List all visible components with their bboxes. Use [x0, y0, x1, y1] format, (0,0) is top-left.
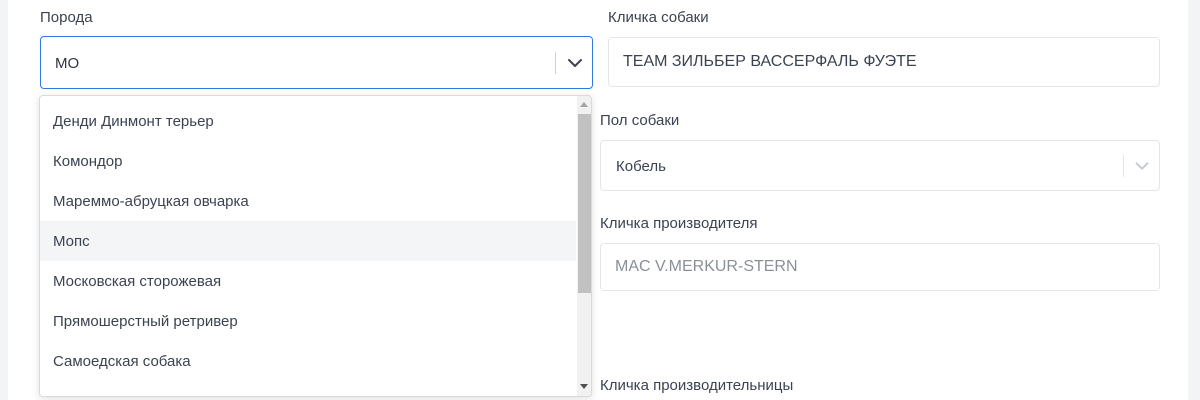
dropdown-option-hovered[interactable]: Мопс — [40, 221, 576, 261]
dropdown-scrollbar[interactable] — [577, 96, 591, 396]
select-separator — [555, 52, 556, 74]
breed-select-value[interactable]: МО — [55, 55, 79, 72]
dam-label: Кличка производительницы — [600, 377, 794, 394]
breed-select[interactable]: МО — [40, 36, 593, 89]
dropdown-option[interactable]: Мареммо-абруцкая овчарка — [40, 181, 576, 221]
dog-name-field[interactable]: TEAM ЗИЛЬБЕР ВАССЕРФАЛЬ ФУЭТЕ — [608, 37, 1160, 87]
sex-select[interactable]: Кобель — [600, 140, 1160, 191]
scroll-up-arrow-icon[interactable] — [580, 102, 588, 107]
scroll-down-arrow-icon[interactable] — [580, 384, 588, 389]
chevron-down-icon[interactable] — [563, 51, 587, 75]
breed-dropdown-menu[interactable]: Денди Динмонт терьер Комондор Мареммо-аб… — [39, 95, 592, 397]
dropdown-option[interactable]: Московская сторожевая — [40, 261, 576, 301]
sire-value: MAC V.MERKUR-STERN — [615, 258, 798, 275]
sex-label: Пол собаки — [600, 112, 680, 129]
dropdown-option[interactable]: Прямошерстный ретривер — [40, 301, 576, 341]
sire-label: Кличка производителя — [600, 215, 758, 232]
scrollbar-thumb[interactable] — [578, 114, 591, 293]
dog-name-label: Кличка собаки — [608, 9, 709, 26]
dropdown-option[interactable]: Денди Динмонт терьер — [40, 101, 576, 141]
dog-name-value: TEAM ЗИЛЬБЕР ВАССЕРФАЛЬ ФУЭТЕ — [623, 53, 917, 70]
dropdown-option[interactable]: Самоедская собака — [40, 341, 576, 381]
dropdown-option[interactable]: Комондор — [40, 141, 576, 181]
chevron-down-icon[interactable] — [1131, 155, 1153, 177]
sex-select-value: Кобель — [616, 158, 666, 175]
sire-field[interactable]: MAC V.MERKUR-STERN — [600, 243, 1160, 291]
select-separator — [1123, 155, 1124, 177]
breed-label: Порода — [40, 9, 93, 26]
